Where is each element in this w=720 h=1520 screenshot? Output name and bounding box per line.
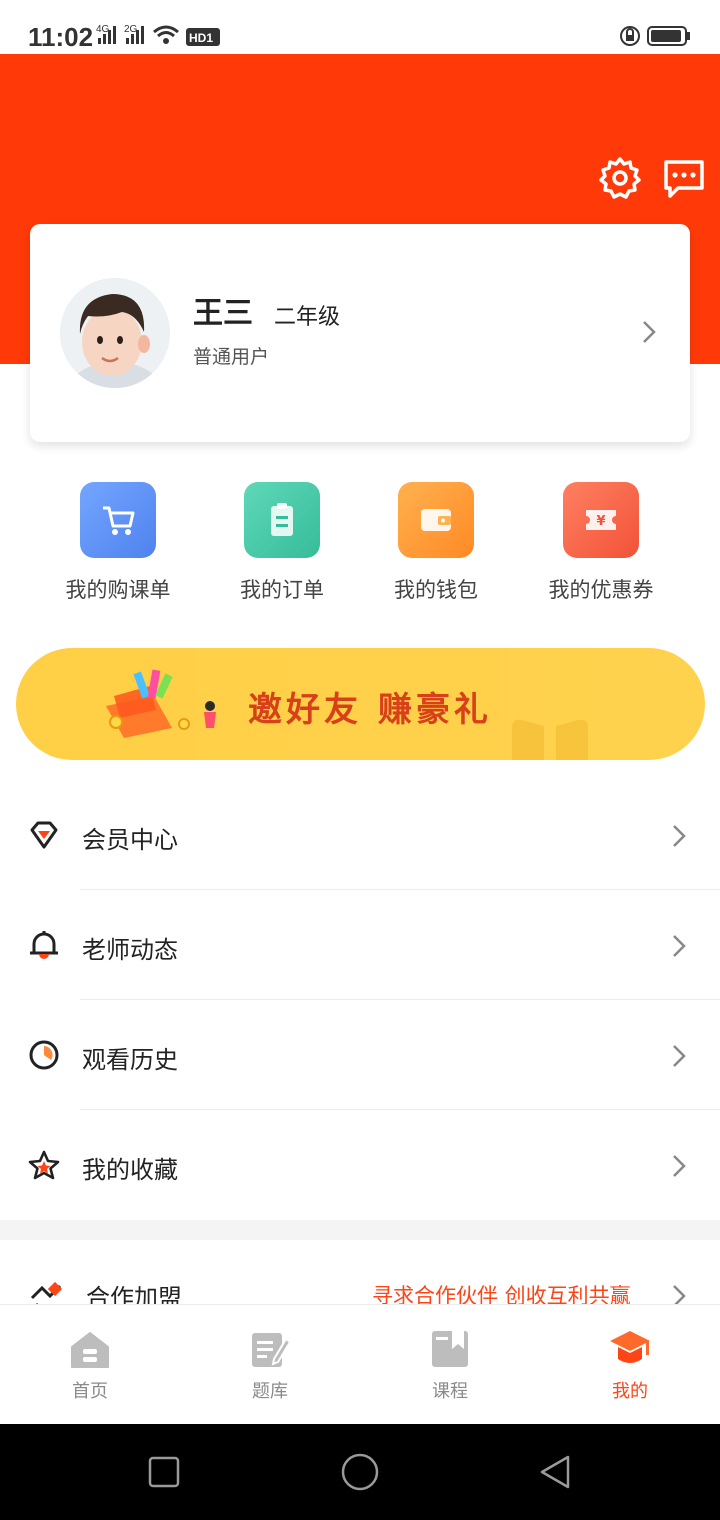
menu-item-label: 我的收藏 bbox=[82, 1156, 178, 1184]
quick-action-coupon[interactable]: ¥ 我的优惠券 bbox=[521, 482, 681, 604]
bell-icon bbox=[30, 931, 58, 959]
hd-label: HD1 bbox=[189, 31, 213, 45]
cart-icon bbox=[80, 482, 156, 558]
clock-icon bbox=[29, 1040, 59, 1070]
menu-item-teacher-updates[interactable]: 老师动态 bbox=[0, 890, 720, 1000]
svg-text:¥: ¥ bbox=[596, 514, 605, 529]
partner-promo-text: 寻求合作伙伴 创收互利共赢 bbox=[372, 1284, 631, 1304]
user-name: 王三 bbox=[193, 296, 253, 331]
decorative-hands-icon bbox=[512, 719, 588, 760]
menu-list: 会员中心 老师动态 观看历史 我的收藏 bbox=[0, 780, 720, 1220]
course-icon bbox=[432, 1331, 468, 1367]
tab-question-bank[interactable]: 题库 bbox=[180, 1305, 360, 1425]
avatar[interactable] bbox=[60, 278, 170, 388]
network-status-icons: 4G 2G HD1 bbox=[96, 24, 220, 46]
home-button-icon[interactable] bbox=[340, 1452, 380, 1492]
bottom-tab-bar: 首页 题库 课程 我的 bbox=[0, 1304, 720, 1424]
menu-item-label: 观看历史 bbox=[82, 1046, 178, 1074]
home-icon bbox=[71, 1332, 109, 1368]
status-bar: 11:02 4G 2G HD1 bbox=[0, 0, 720, 54]
recent-apps-icon[interactable] bbox=[148, 1456, 180, 1488]
diamond-icon bbox=[30, 821, 58, 849]
signal-4g-label: 4G bbox=[96, 24, 110, 35]
back-icon[interactable] bbox=[538, 1454, 574, 1490]
chevron-right-icon bbox=[673, 1285, 686, 1304]
menu-item-member-center[interactable]: 会员中心 bbox=[0, 780, 720, 890]
status-time: 11:02 bbox=[28, 22, 94, 52]
clipboard-icon bbox=[244, 482, 320, 558]
battery-status bbox=[620, 26, 690, 46]
menu-item-favorites[interactable]: 我的收藏 bbox=[0, 1110, 720, 1220]
quick-action-orders[interactable]: 我的订单 bbox=[202, 482, 362, 604]
wallet-icon bbox=[398, 482, 474, 558]
tab-label: 题库 bbox=[252, 1381, 288, 1402]
menu-item-partnership[interactable]: 合作加盟 寻求合作伙伴 创收互利共赢 bbox=[0, 1240, 720, 1304]
coupon-icon: ¥ bbox=[563, 482, 639, 558]
invite-friends-banner[interactable]: 邀好友 赚豪礼 bbox=[16, 648, 705, 760]
chevron-right-icon bbox=[673, 1045, 686, 1067]
quick-action-label: 我的钱包 bbox=[394, 578, 478, 602]
menu-item-label: 会员中心 bbox=[82, 826, 178, 854]
message-icon[interactable] bbox=[662, 156, 706, 200]
chevron-right-icon bbox=[643, 321, 656, 343]
system-navigation-bar bbox=[0, 1424, 720, 1520]
section-divider bbox=[0, 1220, 720, 1240]
banner-text: 邀好友 赚豪礼 bbox=[248, 690, 492, 730]
tab-mine[interactable]: 我的 bbox=[540, 1305, 720, 1425]
user-type: 普通用户 bbox=[193, 346, 270, 368]
graduation-cap-icon bbox=[610, 1331, 650, 1363]
menu-item-watch-history[interactable]: 观看历史 bbox=[0, 1000, 720, 1110]
settings-gear-icon[interactable] bbox=[598, 156, 642, 200]
tab-courses[interactable]: 课程 bbox=[360, 1305, 540, 1425]
tab-home[interactable]: 首页 bbox=[0, 1305, 180, 1425]
tab-label: 课程 bbox=[432, 1381, 468, 1402]
star-icon bbox=[28, 1150, 60, 1180]
tab-label: 首页 bbox=[72, 1381, 108, 1402]
quick-action-label: 我的订单 bbox=[240, 578, 324, 602]
quick-action-label: 我的优惠券 bbox=[548, 578, 654, 602]
signal-2g-label: 2G bbox=[124, 24, 138, 35]
profile-card[interactable]: 王三 二年级 普通用户 bbox=[30, 224, 690, 442]
gift-box-icon bbox=[106, 669, 216, 738]
user-grade: 二年级 bbox=[274, 305, 341, 330]
tab-label: 我的 bbox=[612, 1381, 648, 1402]
chevron-right-icon bbox=[673, 1155, 686, 1177]
menu-item-label: 合作加盟 bbox=[86, 1284, 182, 1304]
quick-action-wallet[interactable]: 我的钱包 bbox=[356, 482, 516, 604]
quick-action-label: 我的购课单 bbox=[65, 578, 171, 602]
menu-item-label: 老师动态 bbox=[82, 936, 178, 964]
quick-actions: 我的购课单 我的订单 我的钱包 ¥ 我的优惠券 bbox=[0, 482, 720, 612]
quick-action-cart[interactable]: 我的购课单 bbox=[38, 482, 198, 604]
child-avatar-icon bbox=[60, 278, 170, 388]
chevron-right-icon bbox=[673, 825, 686, 847]
handshake-icon bbox=[30, 1281, 63, 1304]
chevron-right-icon bbox=[673, 935, 686, 957]
question-bank-icon bbox=[252, 1333, 292, 1367]
